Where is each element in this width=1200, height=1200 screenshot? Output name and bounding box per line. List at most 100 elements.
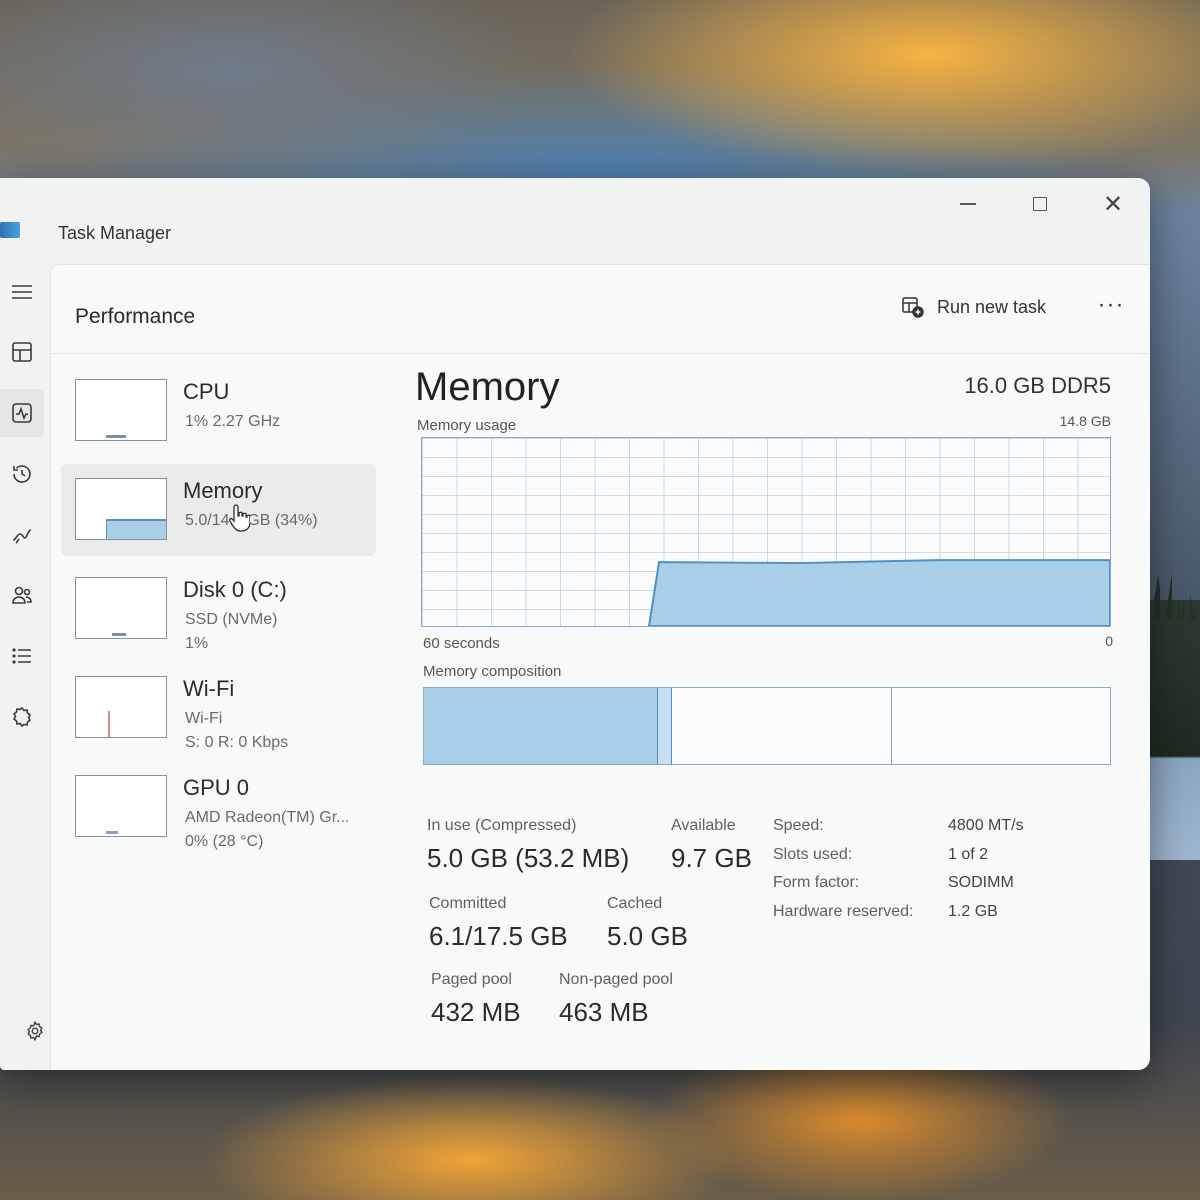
property-row: Speed: 4800 MT/s (773, 817, 1113, 846)
nav-startup-apps[interactable] (0, 511, 44, 559)
nav-app-history[interactable] (0, 450, 44, 498)
stat-value: 463 MB (559, 997, 649, 1027)
details-icon (12, 648, 31, 664)
close-button[interactable]: ✕ (1090, 186, 1136, 222)
performance-page: Performance Run new task ··· CPU 1% 2.27… (50, 264, 1150, 1070)
maximize-button[interactable] (1017, 186, 1063, 222)
more-options-button[interactable]: ··· (1091, 287, 1131, 323)
resource-detail: Wi-Fi S: 0 R: 0 Kbps (185, 707, 288, 755)
property-key: Form factor: (773, 874, 860, 891)
memory-detail-panel: Memory 16.0 GB DDR5 Memory usage 14.8 GB… (411, 365, 1131, 1055)
startup-icon (12, 529, 32, 544)
property-key: Speed: (773, 817, 824, 834)
users-icon (12, 586, 32, 604)
window-title: Task Manager (58, 223, 172, 243)
resource-name: Disk 0 (C:) (183, 577, 287, 602)
resource-gpu[interactable]: GPU 0 AMD Radeon(TM) Gr... 0% (28 °C) (61, 761, 376, 853)
services-icon (12, 706, 32, 728)
minimize-button[interactable] (945, 186, 991, 222)
memory-usage-max: 14.8 GB (1059, 413, 1111, 429)
property-value: 1 of 2 (948, 845, 989, 863)
stat-value: 6.1/17.5 GB (429, 921, 568, 951)
gpu-spark (106, 831, 118, 834)
wifi-thumbnail-graph (75, 676, 167, 738)
resource-detail: SSD (NVMe) 1% (185, 608, 277, 656)
resource-name: GPU 0 (183, 775, 250, 800)
cpu-thumbnail-graph (75, 379, 167, 441)
nav-details[interactable] (0, 632, 44, 680)
memory-title: Memory (415, 365, 560, 409)
stat-paged-pool: Paged pool 432 MB (431, 971, 521, 1028)
wifi-throughput: S: 0 R: 0 Kbps (185, 734, 289, 751)
memory-usage-graph (421, 437, 1111, 627)
nav-users[interactable] (0, 571, 44, 619)
memory-spec: 16.0 GB DDR5 (964, 373, 1111, 398)
stat-label: Paged pool (431, 971, 512, 988)
stat-value: 5.0 GB (53.2 MB) (427, 843, 630, 873)
disk-thumbnail-graph (75, 577, 167, 639)
property-row: Hardware reserved: 1.2 GB (773, 903, 1113, 932)
stat-value: 432 MB (431, 997, 521, 1027)
property-row: Slots used: 1 of 2 (773, 846, 1113, 875)
stat-label: Available (671, 817, 736, 834)
resource-detail: 1% 2.27 GHz (185, 413, 281, 430)
hand-cursor-icon (229, 504, 250, 532)
memory-usage-label: Memory usage (417, 417, 517, 434)
processes-icon (12, 342, 32, 362)
resource-cpu[interactable]: CPU 1% 2.27 GHz (61, 365, 376, 457)
resource-wifi[interactable]: Wi-Fi Wi-Fi S: 0 R: 0 Kbps (61, 662, 376, 754)
title-bar[interactable]: Task Manager ✕ (0, 178, 1150, 258)
page-title: Performance (75, 305, 196, 328)
resource-list: CPU 1% 2.27 GHz Memory 5.0/14.8 GB (34%)… (61, 365, 376, 860)
resource-memory[interactable]: Memory 5.0/14.8 GB (34%) (61, 464, 376, 556)
maximize-icon (1033, 197, 1047, 211)
resource-detail: AMD Radeon(TM) Gr... 0% (28 °C) (185, 806, 349, 854)
stat-value: 5.0 GB (607, 921, 688, 951)
header-divider (51, 353, 1150, 354)
gear-icon (27, 1020, 43, 1042)
resource-disk[interactable]: Disk 0 (C:) SSD (NVMe) 1% (61, 563, 376, 655)
disk-spark (112, 633, 126, 636)
wifi-spike (108, 711, 110, 737)
memory-thumbnail-graph (75, 478, 167, 540)
property-value: 4800 MT/s (948, 817, 1024, 834)
run-new-task-button[interactable]: Run new task (901, 287, 1046, 327)
nav-performance[interactable] (0, 389, 44, 437)
nav-services[interactable] (0, 693, 44, 741)
gpu-usage: 0% (28 °C) (185, 833, 264, 850)
task-manager-window: Task Manager ✕ Performance Run new task … (0, 178, 1150, 1070)
cpu-spark (106, 435, 126, 438)
stat-committed: Committed 6.1/17.5 GB (429, 895, 568, 952)
gpu-model: AMD Radeon(TM) Gr... (185, 809, 350, 826)
wifi-adapter: Wi-Fi (185, 710, 223, 727)
close-icon: ✕ (1102, 190, 1124, 218)
resource-name: Memory (183, 478, 263, 503)
memory-thumbnail-fill (106, 519, 166, 539)
stat-value: 9.7 GB (671, 843, 752, 873)
stat-nonpaged-pool: Non-paged pool 463 MB (559, 971, 673, 1028)
run-new-task-label: Run new task (937, 296, 1047, 317)
task-manager-app-icon (0, 222, 20, 238)
gpu-thumbnail-graph (75, 775, 167, 837)
performance-icon (12, 403, 32, 423)
stat-label: In use (Compressed) (427, 817, 577, 834)
property-key: Hardware reserved: (773, 902, 914, 920)
hamburger-menu-button[interactable] (0, 268, 44, 316)
stat-label: Cached (607, 895, 663, 912)
stat-cached: Cached 5.0 GB (607, 895, 688, 952)
graph-time-span: 60 seconds (423, 635, 500, 652)
stat-available: Available 9.7 GB (671, 817, 752, 874)
property-row: Form factor: SODIMM (773, 874, 1113, 903)
property-value: SODIMM (948, 874, 1014, 891)
property-key: Slots used: (773, 845, 853, 863)
nav-processes[interactable] (0, 328, 44, 376)
composition-modified (657, 688, 672, 764)
memory-usage-plot (648, 559, 1110, 626)
settings-button[interactable] (24, 1020, 56, 1052)
history-icon (13, 465, 31, 483)
memory-composition-bar (423, 687, 1111, 765)
stat-label: Committed (429, 895, 507, 912)
graph-min-value: 0 (1105, 633, 1113, 649)
composition-standby (672, 688, 892, 764)
navigation-rail (0, 258, 50, 1070)
